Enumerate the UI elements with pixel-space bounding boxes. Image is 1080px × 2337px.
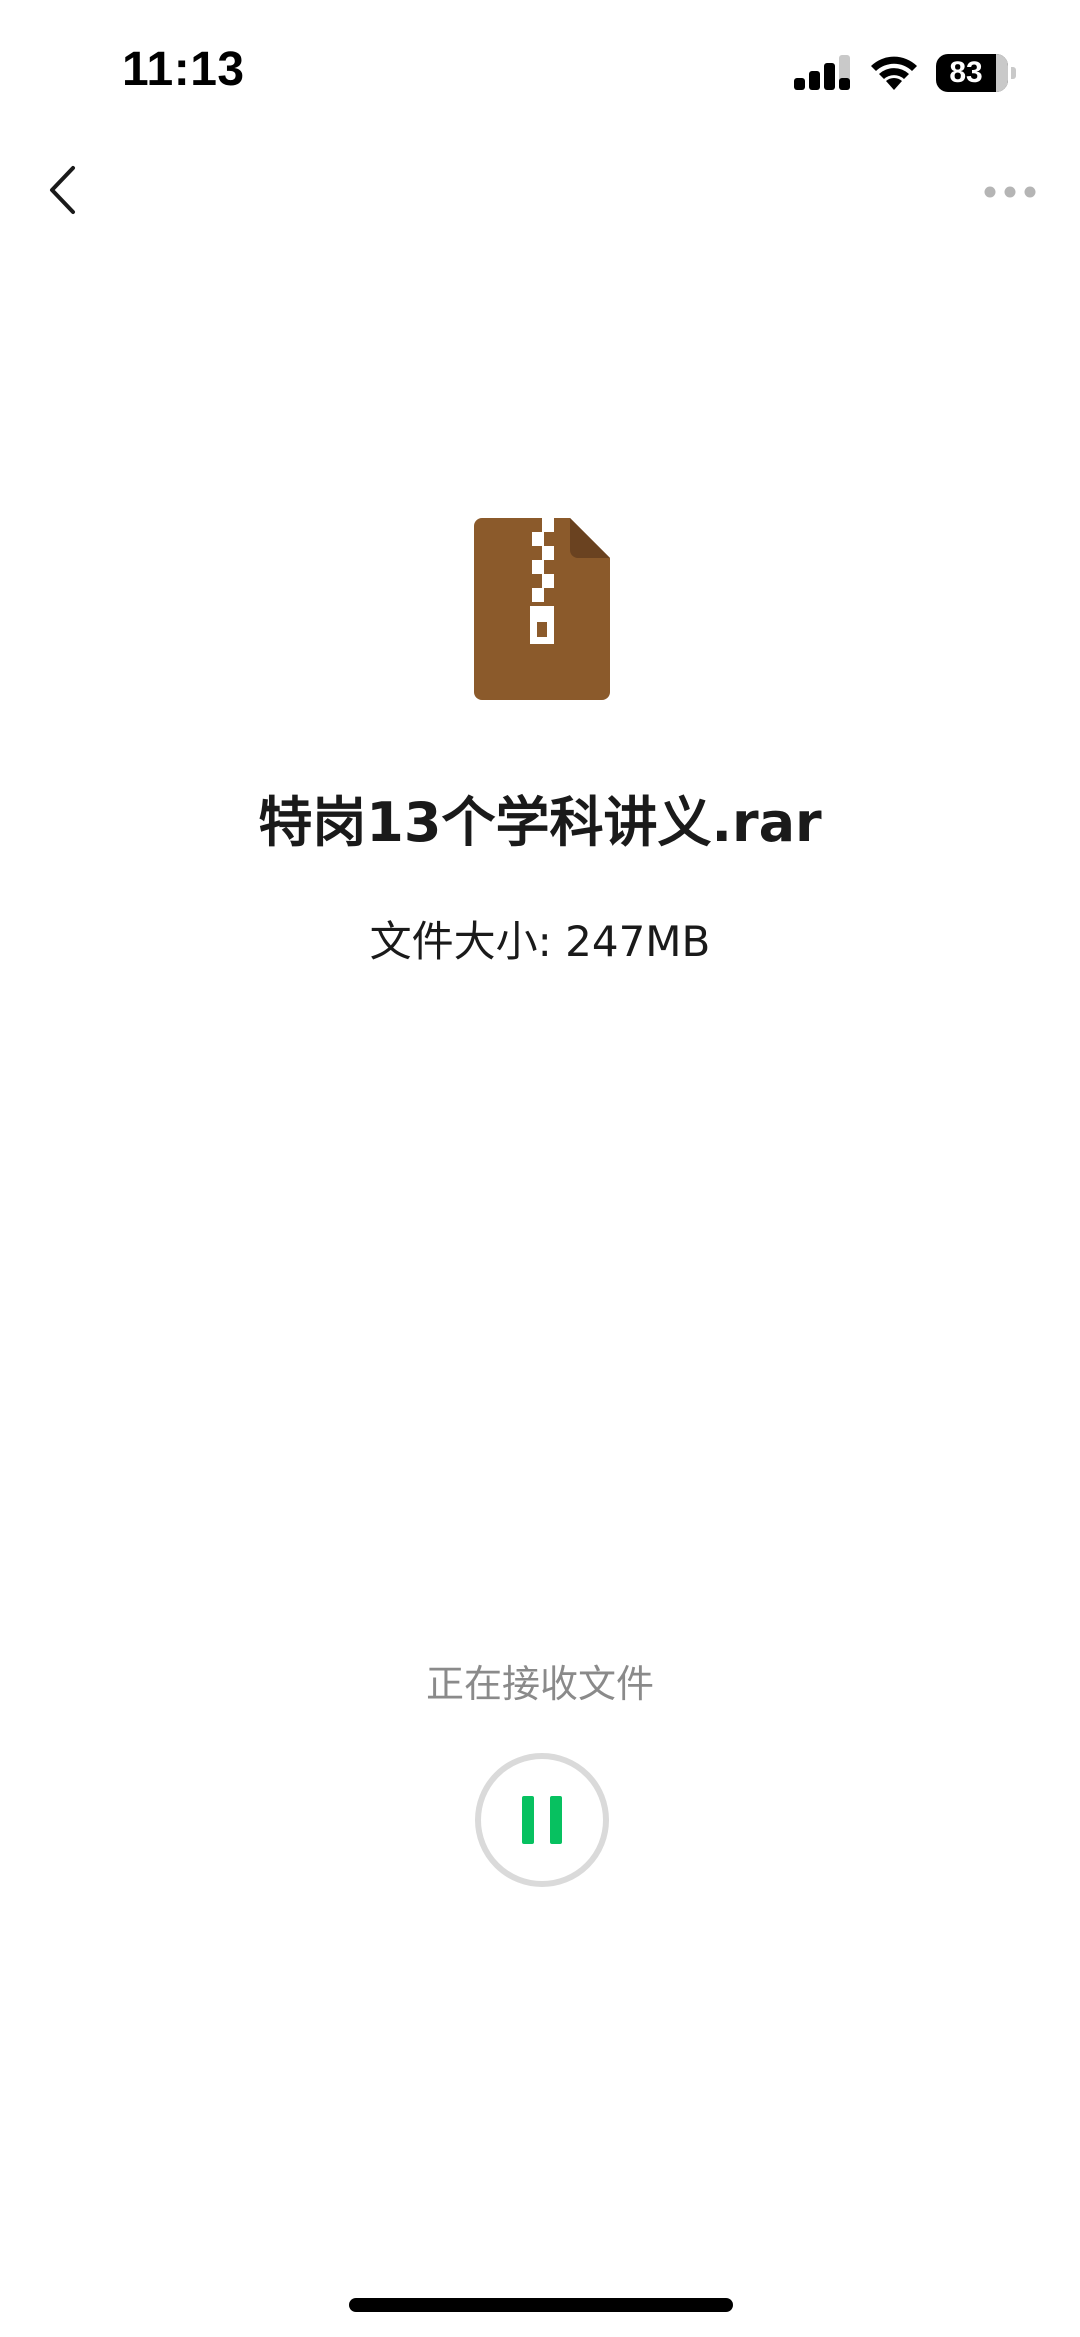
wifi-icon [871, 56, 917, 90]
status-bar: 11:13 83 [0, 0, 1080, 140]
chevron-left-icon [50, 166, 75, 214]
battery-cap [1011, 67, 1016, 79]
status-time: 11:13 [122, 43, 245, 96]
file-name: 特岗13个学科讲义.rar [258, 791, 822, 854]
battery-body: 83 [936, 54, 1008, 92]
battery-empty-portion [995, 54, 1008, 92]
battery-level: 83 [949, 56, 983, 89]
back-button[interactable] [32, 150, 92, 230]
pause-button[interactable] [474, 1752, 610, 1888]
more-dots-icon [984, 186, 1036, 198]
battery-icon: 83 [936, 54, 1016, 92]
home-indicator[interactable] [349, 2298, 733, 2312]
file-size-label: 文件大小: [369, 917, 552, 966]
signal-icon [794, 55, 850, 90]
receiving-status-text: 正在接收文件 [425, 1662, 654, 1706]
more-button[interactable] [970, 170, 1050, 214]
file-size-value: 247MB [565, 917, 711, 966]
file-size: 文件大小: 247MB [0, 914, 1080, 970]
zip-archive-file-icon [474, 518, 610, 700]
